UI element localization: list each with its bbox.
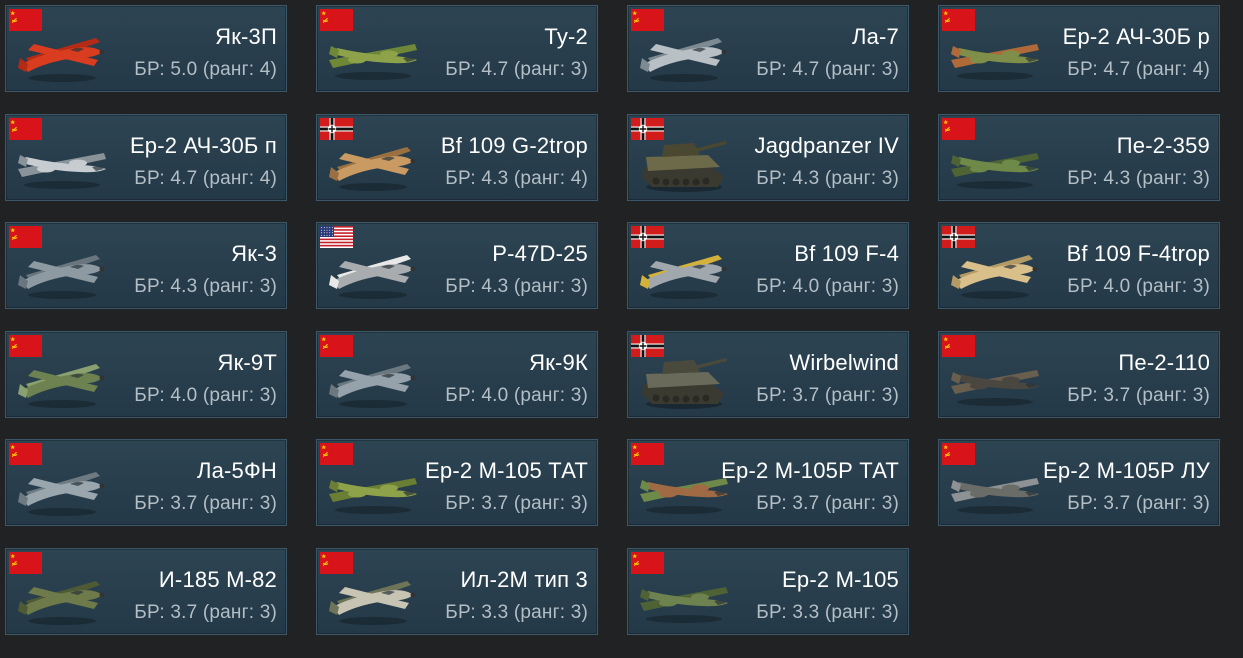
vehicle-name: Ер-2 М-105	[782, 567, 899, 592]
battle-rating: БР: 4.3 (ранг: 3)	[134, 276, 277, 297]
ussr-flag-icon	[9, 118, 42, 140]
ussr-flag-icon	[942, 335, 975, 357]
vehicle-card-7[interactable]: Jagdpanzer IV БР: 4.3 (ранг: 3)	[627, 114, 909, 201]
germany-flag-icon	[631, 335, 664, 357]
battle-rating: БР: 5.0 (ранг: 4)	[134, 59, 277, 80]
battle-rating: БР: 4.7 (ранг: 4)	[1067, 59, 1210, 80]
ussr-flag-icon	[320, 9, 353, 31]
battle-rating: БР: 4.3 (ранг: 3)	[1067, 168, 1210, 189]
vehicle-name: Bf 109 F-4trop	[1066, 241, 1210, 266]
vehicle-name: Ил-2М тип 3	[460, 567, 588, 592]
ussr-flag-icon	[9, 552, 42, 574]
vehicle-name: Bf 109 G-2trop	[440, 133, 588, 158]
vehicle-card-6[interactable]: Bf 109 G-2trop БР: 4.3 (ранг: 4)	[316, 114, 598, 201]
vehicle-card-20[interactable]: Ер-2 М-105Р ЛУ БР: 3.7 (ранг: 3)	[938, 439, 1220, 526]
battle-rating: БР: 4.0 (ранг: 3)	[445, 385, 588, 406]
ussr-flag-icon	[320, 335, 353, 357]
germany-flag-icon	[631, 226, 664, 248]
vehicle-name: Ер-2 М-105Р ЛУ	[1043, 458, 1210, 483]
vehicle-card-23[interactable]: Ер-2 М-105 БР: 3.3 (ранг: 3)	[627, 548, 909, 635]
vehicle-name: Ер-2 АЧ-30Б п	[129, 133, 277, 158]
battle-rating: БР: 4.0 (ранг: 3)	[756, 276, 899, 297]
vehicle-card-4[interactable]: Ер-2 АЧ-30Б р БР: 4.7 (ранг: 4)	[938, 5, 1220, 92]
vehicle-name: Ер-2 АЧ-30Б р	[1062, 24, 1210, 49]
germany-flag-icon	[631, 118, 664, 140]
vehicle-card-15[interactable]: Wirbelwind БР: 3.7 (ранг: 3)	[627, 331, 909, 418]
vehicle-card-11[interactable]: Bf 109 F-4 БР: 4.0 (ранг: 3)	[627, 222, 909, 309]
vehicle-name: P-47D-25	[492, 241, 588, 266]
vehicle-card-17[interactable]: Ла-5ФН БР: 3.7 (ранг: 3)	[5, 439, 287, 526]
vehicle-card-2[interactable]: Ту-2 БР: 4.7 (ранг: 3)	[316, 5, 598, 92]
ussr-flag-icon	[942, 443, 975, 465]
battle-rating: БР: 3.7 (ранг: 3)	[445, 493, 588, 514]
vehicle-card-12[interactable]: Bf 109 F-4trop БР: 4.0 (ранг: 3)	[938, 222, 1220, 309]
vehicle-card-21[interactable]: И-185 М-82 БР: 3.7 (ранг: 3)	[5, 548, 287, 635]
ussr-flag-icon	[631, 443, 664, 465]
vehicle-grid: Як-3П БР: 5.0 (ранг: 4) Ту-2 БР: 4.7 (ранг:…	[0, 0, 1243, 658]
vehicle-name: И-185 М-82	[158, 567, 277, 592]
vehicle-name: Ер-2 М-105Р ТАТ	[721, 458, 899, 483]
vehicle-card-14[interactable]: Як-9К БР: 4.0 (ранг: 3)	[316, 331, 598, 418]
vehicle-name: Ту-2	[544, 24, 588, 49]
battle-rating: БР: 3.7 (ранг: 3)	[1067, 493, 1210, 514]
battle-rating: БР: 3.3 (ранг: 3)	[445, 602, 588, 623]
vehicle-name: Як-9Т	[217, 350, 277, 375]
vehicle-card-10[interactable]: P-47D-25 БР: 4.3 (ранг: 3)	[316, 222, 598, 309]
battle-rating: БР: 4.3 (ранг: 3)	[445, 276, 588, 297]
vehicle-card-3[interactable]: Ла-7 БР: 4.7 (ранг: 3)	[627, 5, 909, 92]
ussr-flag-icon	[631, 552, 664, 574]
vehicle-card-1[interactable]: Як-3П БР: 5.0 (ранг: 4)	[5, 5, 287, 92]
germany-flag-icon	[320, 118, 353, 140]
ussr-flag-icon	[320, 443, 353, 465]
vehicle-name: Як-3П	[215, 24, 277, 49]
ussr-flag-icon	[320, 552, 353, 574]
battle-rating: БР: 3.7 (ранг: 3)	[134, 493, 277, 514]
vehicle-card-13[interactable]: Як-9Т БР: 4.0 (ранг: 3)	[5, 331, 287, 418]
vehicle-card-22[interactable]: Ил-2М тип 3 БР: 3.3 (ранг: 3)	[316, 548, 598, 635]
ussr-flag-icon	[9, 226, 42, 248]
battle-rating: БР: 3.7 (ранг: 3)	[756, 385, 899, 406]
ussr-flag-icon	[9, 9, 42, 31]
vehicle-card-9[interactable]: Як-3 БР: 4.3 (ранг: 3)	[5, 222, 287, 309]
battle-rating: БР: 4.3 (ранг: 4)	[445, 168, 588, 189]
ussr-flag-icon	[942, 9, 975, 31]
battle-rating: БР: 4.0 (ранг: 3)	[134, 385, 277, 406]
ussr-flag-icon	[9, 443, 42, 465]
vehicle-card-8[interactable]: Пе-2-359 БР: 4.3 (ранг: 3)	[938, 114, 1220, 201]
ussr-flag-icon	[942, 118, 975, 140]
vehicle-name: Як-9К	[529, 350, 588, 375]
battle-rating: БР: 4.3 (ранг: 3)	[756, 168, 899, 189]
vehicle-name: Jagdpanzer IV	[754, 133, 899, 158]
vehicle-card-16[interactable]: Пе-2-110 БР: 3.7 (ранг: 3)	[938, 331, 1220, 418]
usa-flag-icon	[320, 226, 353, 248]
battle-rating: БР: 4.7 (ранг: 4)	[134, 168, 277, 189]
battle-rating: БР: 3.7 (ранг: 3)	[1067, 385, 1210, 406]
ussr-flag-icon	[9, 335, 42, 357]
vehicle-name: Bf 109 F-4	[794, 241, 899, 266]
vehicle-card-5[interactable]: Ер-2 АЧ-30Б п БР: 4.7 (ранг: 4)	[5, 114, 287, 201]
battle-rating: БР: 4.7 (ранг: 3)	[445, 59, 588, 80]
germany-flag-icon	[942, 226, 975, 248]
vehicle-name: Ла-7	[851, 24, 899, 49]
vehicle-name: Ла-5ФН	[196, 458, 277, 483]
ussr-flag-icon	[631, 9, 664, 31]
vehicle-name: Wirbelwind	[789, 350, 899, 375]
vehicle-name: Ер-2 М-105 ТАТ	[425, 458, 588, 483]
battle-rating: БР: 3.7 (ранг: 3)	[134, 602, 277, 623]
vehicle-card-19[interactable]: Ер-2 М-105Р ТАТ БР: 3.7 (ранг: 3)	[627, 439, 909, 526]
vehicle-card-18[interactable]: Ер-2 М-105 ТАТ БР: 3.7 (ранг: 3)	[316, 439, 598, 526]
vehicle-name: Пе-2-110	[1118, 350, 1210, 375]
battle-rating: БР: 4.7 (ранг: 3)	[756, 59, 899, 80]
battle-rating: БР: 3.3 (ранг: 3)	[756, 602, 899, 623]
vehicle-name: Пе-2-359	[1116, 133, 1210, 158]
vehicle-name: Як-3	[231, 241, 277, 266]
battle-rating: БР: 4.0 (ранг: 3)	[1067, 276, 1210, 297]
battle-rating: БР: 3.7 (ранг: 3)	[756, 493, 899, 514]
